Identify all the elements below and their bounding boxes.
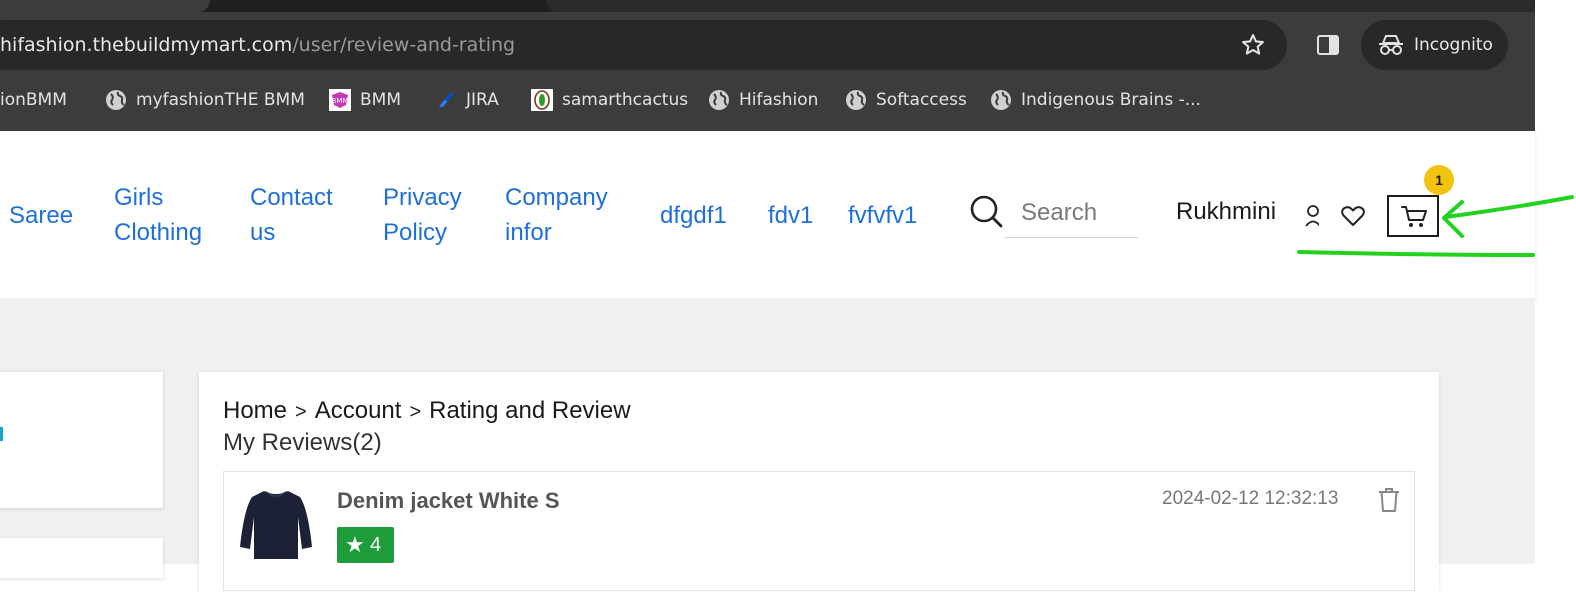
delete-trash-icon[interactable] [1377,487,1401,517]
breadcrumb-separator: > [295,401,307,423]
tab-strip [0,0,1535,12]
nav-link-label: Clothing [114,219,203,246]
breadcrumb-account[interactable]: Account [315,397,402,424]
nav-link-label: Girls [114,184,164,211]
browser-chrome: hifashion.thebuildmymart.com/user/review… [0,0,1535,131]
incognito-label: Incognito [1414,35,1493,55]
nav-link-label: Policy [383,219,448,246]
nav-link-label: fvfvfv1 [848,202,918,229]
nav-link-label: dfgdf1 [660,202,727,229]
sidebar-accent-mark [0,427,3,441]
nav-link-contact-us[interactable]: Contact us [250,180,333,250]
nav-link-label: Saree [9,202,74,229]
nav-link-label: fdv1 [768,202,814,229]
nav-link-saree[interactable]: Saree [9,198,73,233]
nav-link-dfgdf1[interactable]: dfgdf1 [660,198,727,233]
bookmark-star-icon[interactable] [1240,32,1266,62]
nav-link-label: Privacy [383,184,462,211]
bookmark-label: Hifashion [739,90,819,110]
nav-link-fvfvfv1[interactable]: fvfvfv1 [848,198,917,233]
bookmark-label: ionBMM [0,90,67,110]
bmm-logo-icon: BMM [329,89,351,111]
browser-tab[interactable] [546,0,1535,12]
star-icon: ★ [345,532,365,557]
url-path: /user/review-and-rating [292,34,516,56]
site-header: Saree Girls Clothing Contact us Privacy Pol… [0,131,1574,298]
breadcrumb: Home > Account > Rating and Review [223,397,631,425]
rating-badge: ★ 4 [337,527,394,563]
address-bar[interactable]: hifashion.thebuildmymart.com/user/review… [0,20,1287,70]
nav-link-label: infor [505,219,552,246]
review-list-item: Denim jacket White S ★ 4 2024-02-12 12:3… [223,471,1415,591]
review-timestamp: 2024-02-12 12:32:13 [1162,488,1339,509]
account-sidebar-card [0,538,163,578]
product-thumbnail[interactable] [238,487,314,559]
cart-icon [1401,206,1427,227]
bookmark-label: JIRA [466,90,499,110]
globe-icon [709,90,729,110]
account-sidebar-card [0,372,163,508]
product-name[interactable]: Denim jacket White S [337,488,560,514]
url-text[interactable]: hifashion.thebuildmymart.com/user/review… [0,20,515,70]
globe-icon [106,90,126,110]
cart-button[interactable] [1387,195,1439,237]
page-title: My Reviews(2) [223,429,382,456]
bookmark-label: BMM [360,90,401,110]
nav-link-label: Contact [250,184,333,211]
nav-link-privacy-policy[interactable]: Privacy Policy [383,180,462,250]
nav-link-girls-clothing[interactable]: Girls Clothing [114,180,202,250]
incognito-icon [1379,35,1403,55]
breadcrumb-current: Rating and Review [429,397,631,424]
cactus-logo-icon [531,89,553,111]
search-input[interactable] [1005,189,1138,238]
reviews-card: Home > Account > Rating and Review My Review… [199,372,1439,592]
user-icon[interactable] [1305,204,1319,228]
browser-tab[interactable] [0,0,210,12]
bookmark-label: Softaccess [876,90,967,110]
search-icon[interactable] [969,194,1003,232]
breadcrumb-separator: > [409,401,422,423]
side-panel-icon[interactable] [1316,34,1340,60]
rating-value: 4 [370,534,382,556]
incognito-indicator[interactable]: Incognito [1361,20,1508,70]
breadcrumb-home[interactable]: Home [223,397,287,424]
bookmark-label: Indigenous Brains -... [1021,90,1201,110]
cart-count-badge: 1 [1424,165,1454,195]
nav-link-company-infor[interactable]: Company infor [505,180,608,250]
bookmark-label: samarthcactus [562,90,689,110]
jira-icon [439,93,454,107]
globe-icon [846,90,866,110]
nav-link-label: us [250,219,276,246]
bookmark-label: myfashionTHE BMM [136,90,305,110]
globe-icon [991,90,1011,110]
url-host: hifashion.thebuildmymart.com [0,34,293,56]
svg-text:BMM: BMM [332,97,349,105]
nav-link-fdv1[interactable]: fdv1 [768,198,813,233]
username-label: Rukhmini [1176,198,1277,225]
nav-link-label: Company [505,184,608,211]
wishlist-heart-icon[interactable] [1341,205,1365,231]
